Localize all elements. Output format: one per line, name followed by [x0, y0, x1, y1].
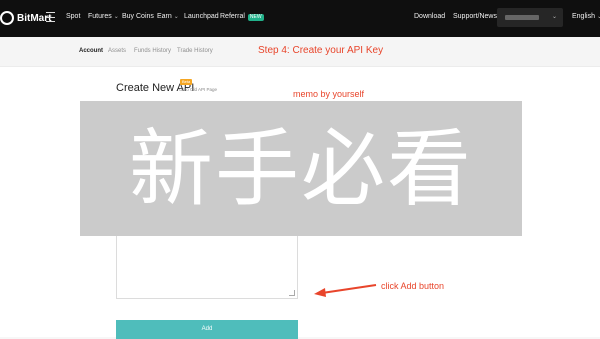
- account-subtabs: Account Assets Funds History Trade Histo…: [0, 37, 600, 67]
- chevron-down-icon: ⌄: [113, 14, 119, 20]
- nav-futures-label: Futures: [88, 13, 112, 20]
- language-label: English: [572, 13, 595, 20]
- new-badge: NEW: [247, 14, 264, 21]
- account-menu[interactable]: ⌄: [497, 8, 563, 27]
- top-nav-bar: BitMart Spot Futures ⌄ Buy Coins Earn ⌄ La…: [0, 0, 600, 37]
- nav-referral-label: Referral: [220, 13, 245, 20]
- nav-futures[interactable]: Futures ⌄: [88, 13, 119, 20]
- step-annotation: Step 4: Create your API Key: [258, 45, 384, 56]
- beta-badge: Beta: [180, 79, 193, 85]
- nav-spot[interactable]: Spot: [66, 13, 80, 20]
- overlay-banner: 新手必看: [80, 101, 522, 236]
- nav-earn[interactable]: Earn ⌄: [157, 13, 179, 20]
- account-name-redacted: [505, 15, 539, 20]
- resize-handle-icon[interactable]: [289, 290, 295, 296]
- tab-funds-history[interactable]: Funds History: [134, 48, 171, 54]
- memo-textarea[interactable]: [116, 227, 298, 299]
- bitmart-logo[interactable]: BitMart: [0, 8, 51, 28]
- nav-language[interactable]: English ⌄: [572, 13, 600, 20]
- arrow-annotation-icon: [314, 284, 377, 297]
- nav-launchpad[interactable]: Launchpad: [184, 13, 219, 20]
- overlay-text: 新手必看: [128, 119, 473, 218]
- nav-earn-label: Earn: [157, 13, 172, 20]
- add-button[interactable]: Add: [116, 320, 298, 339]
- logo-icon: [0, 11, 14, 25]
- add-annotation: click Add button: [381, 281, 445, 291]
- menu-icon[interactable]: [46, 12, 55, 22]
- memo-annotation: memo by yourself: [293, 89, 365, 99]
- nav-download[interactable]: Download: [414, 13, 445, 20]
- tab-account[interactable]: Account: [79, 48, 103, 54]
- chevron-down-icon: ⌄: [173, 14, 179, 20]
- old-api-link[interactable]: Goto Old API Page: [179, 87, 217, 92]
- nav-support-news[interactable]: Support/News: [453, 13, 497, 20]
- tab-assets[interactable]: Assets: [108, 48, 126, 54]
- tab-trade-history[interactable]: Trade History: [177, 48, 213, 54]
- nav-referral[interactable]: Referral NEW: [220, 13, 264, 21]
- nav-buy-coins[interactable]: Buy Coins: [122, 13, 154, 20]
- chevron-down-icon: ⌄: [551, 14, 557, 20]
